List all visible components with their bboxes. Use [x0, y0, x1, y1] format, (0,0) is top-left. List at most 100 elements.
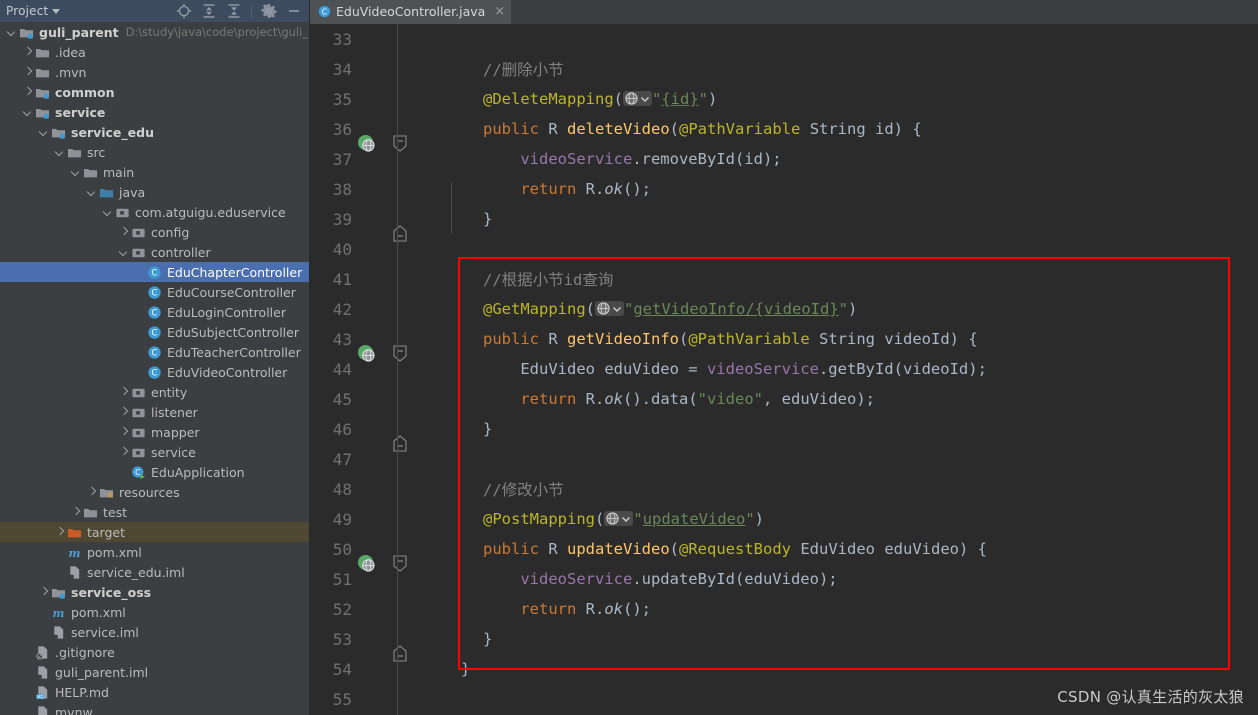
watermark: CSDN @认真生活的灰太狼 — [1057, 688, 1244, 706]
code-line: 34 //删除小节 — [310, 54, 1258, 84]
tree-item-service_edu[interactable]: service_edu — [0, 122, 309, 142]
tree-item-service[interactable]: service — [0, 442, 309, 462]
chevron-right-icon[interactable] — [22, 67, 33, 78]
gear-icon[interactable] — [261, 3, 277, 19]
code-text: public R deleteVideo(@PathVariable Strin… — [483, 120, 922, 138]
class-icon: C — [148, 345, 161, 359]
tree-item-mapper[interactable]: mapper — [0, 422, 309, 442]
folder-icon — [83, 168, 98, 177]
chevron-down-icon[interactable] — [38, 127, 49, 138]
chevron-down-icon[interactable] — [70, 167, 81, 178]
chevron-down-icon[interactable] — [52, 8, 61, 14]
tree-item-educhaptercontroller[interactable]: C EduChapterController — [0, 262, 309, 282]
tree-item-label: EduSubjectController — [167, 324, 299, 340]
chevron-right-icon[interactable] — [22, 87, 33, 98]
line-number: 34 — [332, 59, 352, 79]
chevron-right-icon[interactable] — [118, 387, 129, 398]
chevron-down-icon[interactable] — [620, 513, 632, 525]
tree-item-controller[interactable]: controller — [0, 242, 309, 262]
chevron-down-icon[interactable] — [102, 207, 113, 218]
chevron-right-icon[interactable] — [118, 227, 129, 238]
expand-all-icon[interactable] — [201, 3, 217, 19]
tree-item-common[interactable]: common — [0, 82, 309, 102]
line-number: 33 — [332, 29, 352, 49]
chevron-down-icon[interactable] — [54, 147, 65, 158]
line-number: 44 — [332, 359, 352, 379]
tree-item-.mvn[interactable]: .mvn — [0, 62, 309, 82]
tree-item-pom.xml[interactable]: m pom.xml — [0, 602, 309, 622]
code-text: public R getVideoInfo(@PathVariable Stri… — [483, 330, 978, 348]
tree-item-guli_parent[interactable]: guli_parent D:\study\java\code\project\gu… — [0, 22, 309, 42]
tree-item-label: resources — [119, 484, 180, 500]
maven-icon: m — [69, 545, 81, 559]
tree-item-.idea[interactable]: .idea — [0, 42, 309, 62]
tree-item-service[interactable]: service — [0, 102, 309, 122]
code-editor[interactable]: 33 34 //删除小节 35 @DeleteMapping("{id}") 36 publ… — [310, 24, 1258, 715]
tree-item-eduvideocontroller[interactable]: C EduVideoController — [0, 362, 309, 382]
chevron-down-icon[interactable] — [22, 107, 33, 118]
tree-item-java[interactable]: java — [0, 182, 309, 202]
web-mapping-icon[interactable] — [595, 301, 624, 316]
tab-eduvideocontroller[interactable]: C EduVideoController.java × — [310, 0, 512, 24]
tree-item-mvnw[interactable]: mvnw — [0, 702, 309, 715]
tree-item-config[interactable]: config — [0, 222, 309, 242]
code-line: 38 return R.ok(); — [310, 174, 1258, 204]
svg-text:C: C — [152, 367, 158, 377]
close-icon[interactable]: × — [494, 5, 505, 18]
tree-item-service_oss[interactable]: service_oss — [0, 582, 309, 602]
folder-icon — [83, 508, 98, 517]
chevron-right-icon[interactable] — [118, 447, 129, 458]
tree-item-src[interactable]: src — [0, 142, 309, 162]
tree-item-educoursecontroller[interactable]: C EduCourseController — [0, 282, 309, 302]
tree-item-eduteachercontroller[interactable]: C EduTeacherController — [0, 342, 309, 362]
project-tree[interactable]: guli_parent D:\study\java\code\project\gu… — [0, 22, 309, 715]
locate-icon[interactable] — [176, 3, 192, 19]
chevron-right-icon[interactable] — [70, 507, 81, 518]
chevron-right-icon[interactable] — [118, 407, 129, 418]
tree-item-label: com.atguigu.eduservice — [135, 204, 286, 220]
chevron-right-icon[interactable] — [22, 47, 33, 58]
tree-item-.gitignore[interactable]: .gitignore — [0, 642, 309, 662]
collapse-all-icon[interactable] — [226, 3, 242, 19]
tree-item-edulogincontroller[interactable]: C EduLoginController — [0, 302, 309, 322]
spring-class-icon: C — [132, 465, 146, 479]
chevron-down-icon[interactable] — [6, 27, 17, 38]
globe-icon — [606, 512, 619, 525]
tree-item-entity[interactable]: entity — [0, 382, 309, 402]
tree-item-service.iml[interactable]: service.iml — [0, 622, 309, 642]
tree-item-help.md[interactable]: MD HELP.md — [0, 682, 309, 702]
tree-item-com.atguigu.eduservice[interactable]: com.atguigu.eduservice — [0, 202, 309, 222]
tree-item-service_edu.iml[interactable]: service_edu.iml — [0, 562, 309, 582]
tree-item-resources[interactable]: resources — [0, 482, 309, 502]
web-mapping-icon[interactable] — [604, 511, 634, 526]
tree-item-test[interactable]: test — [0, 502, 309, 522]
code-line: 45 return R.ok().data("video", eduVideo)… — [310, 384, 1258, 414]
chevron-down-icon[interactable] — [118, 247, 129, 258]
chevron-right-icon[interactable] — [38, 587, 49, 598]
web-mapping-icon[interactable] — [623, 91, 652, 106]
package-icon — [132, 448, 145, 457]
tree-item-main[interactable]: main — [0, 162, 309, 182]
tree-item-edusubjectcontroller[interactable]: C EduSubjectController — [0, 322, 309, 342]
markdown-icon: MD — [36, 685, 48, 700]
chevron-down-icon[interactable] — [611, 303, 623, 315]
svg-text:C: C — [135, 467, 140, 476]
tree-item-listener[interactable]: listener — [0, 402, 309, 422]
chevron-right-icon[interactable] — [86, 487, 97, 498]
tree-item-guli_parent.iml[interactable]: guli_parent.iml — [0, 662, 309, 682]
tree-item-eduapplication[interactable]: C EduApplication — [0, 462, 309, 482]
code-line: 46} — [310, 414, 1258, 452]
chevron-right-icon[interactable] — [118, 427, 129, 438]
tree-item-pom.xml[interactable]: m pom.xml — [0, 542, 309, 562]
minimize-icon[interactable] — [286, 3, 302, 19]
chevron-right-icon[interactable] — [54, 527, 65, 538]
code-text: @DeleteMapping("{id}") — [483, 90, 718, 108]
package-icon — [116, 208, 129, 217]
chevron-down-icon[interactable] — [639, 93, 651, 105]
tree-item-target[interactable]: target — [0, 522, 309, 542]
chevron-down-icon[interactable] — [86, 187, 97, 198]
